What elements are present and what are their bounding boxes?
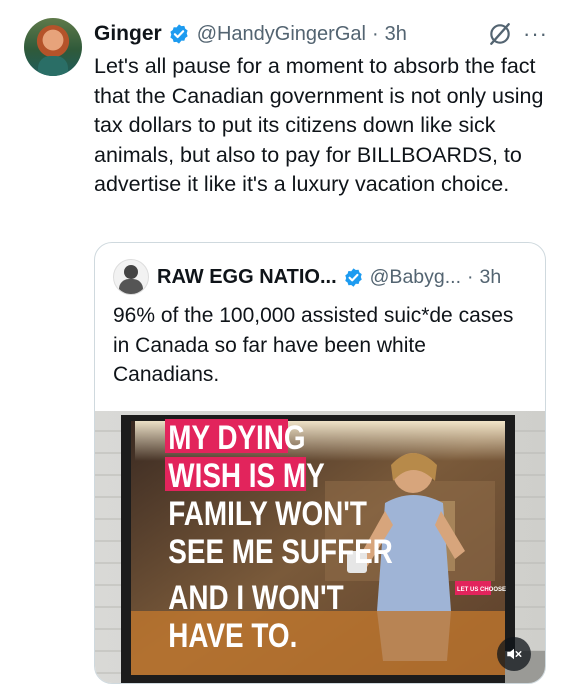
tweet-text: Let's all pause for a moment to absorb t… xyxy=(94,54,550,196)
more-options-icon[interactable]: ··· xyxy=(523,23,548,45)
verified-badge-icon xyxy=(344,267,362,287)
billboard-line-4: SEE ME SUFFER xyxy=(168,532,393,570)
quoted-timestamp[interactable]: 3h xyxy=(479,266,501,289)
quoted-author-name[interactable]: RAW EGG NATIO... xyxy=(157,266,337,289)
billboard-line-6: HAVE TO. xyxy=(168,616,297,654)
billboard-line-5: AND I WON'T xyxy=(168,578,343,616)
separator-dot: · xyxy=(371,22,379,45)
tweet-header: Ginger @HandyGingerGal · 3h ··· xyxy=(94,20,548,48)
author-avatar[interactable] xyxy=(24,18,82,76)
separator-dot: · xyxy=(466,265,474,288)
quoted-media-image[interactable]: MY DYING WISH IS MY FAMILY WON'T SEE ME … xyxy=(95,411,545,683)
billboard-photo: MY DYING WISH IS MY FAMILY WON'T SEE ME … xyxy=(95,411,545,683)
speaker-muted-icon xyxy=(507,648,522,660)
billboard-line-3: FAMILY WON'T xyxy=(168,494,367,532)
verified-badge-icon xyxy=(170,24,188,44)
author-handle[interactable]: @HandyGingerGal xyxy=(197,23,366,46)
billboard-line-2: WISH IS MY xyxy=(168,456,325,494)
billboard-logo-text: LET US CHOOSE xyxy=(457,587,506,593)
quoted-tweet-text: 96% of the 100,000 assisted suic*de case… xyxy=(113,304,520,386)
grok-icon[interactable] xyxy=(487,21,513,47)
billboard-line-1: MY DYING xyxy=(168,418,305,456)
author-name[interactable]: Ginger xyxy=(94,22,162,46)
mute-toggle-button[interactable] xyxy=(497,637,531,671)
quoted-author-handle[interactable]: @Babyg... xyxy=(370,266,461,289)
quoted-tweet-header: RAW EGG NATIO... @Babyg... · 3h xyxy=(113,259,535,295)
tweet-timestamp[interactable]: 3h xyxy=(385,23,407,46)
quoted-author-avatar[interactable] xyxy=(113,259,149,295)
quoted-tweet[interactable]: RAW EGG NATIO... @Babyg... · 3h 96% of t… xyxy=(94,242,546,684)
